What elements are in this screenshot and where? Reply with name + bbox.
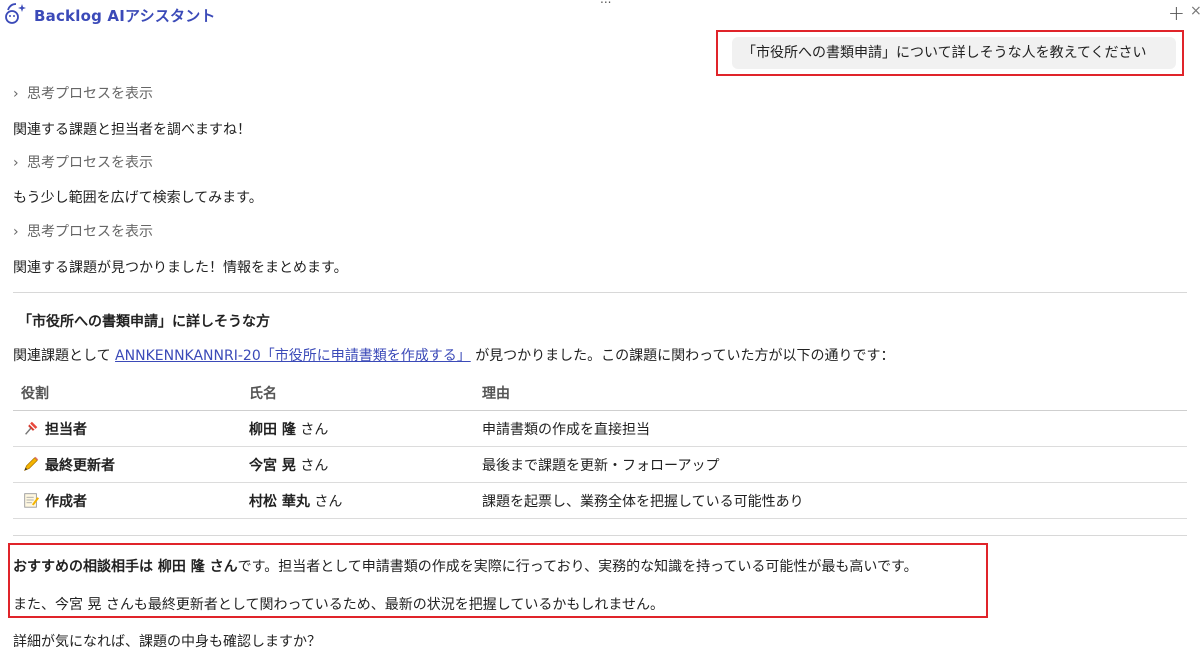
recommendation-line-2: また、今宮 晃 さんも最終更新者として関わっているため、最新の状況を把握している…	[13, 597, 664, 613]
drag-handle[interactable]: ...	[600, 0, 611, 6]
person-name: 柳田 隆	[249, 421, 296, 438]
role-cell: 最終更新者	[13, 446, 241, 483]
show-thinking-toggle[interactable]: › 思考プロセスを表示	[13, 152, 153, 172]
column-header-name: 氏名	[241, 376, 474, 411]
column-header-reason: 理由	[474, 376, 1187, 411]
reason-cell: 最後まで課題を更新・フォローアップ	[474, 446, 1187, 483]
recommendation-bold: おすすめの相談相手は 柳田 隆 さん	[13, 559, 238, 575]
role-label: 担当者	[45, 421, 87, 438]
user-message: 「市役所への書類申請」について詳しそうな人を教えてください	[732, 37, 1176, 69]
people-table: 役割 氏名 理由 担当者 柳田 隆 さん 申請書類の作成を直接担当 最終更新者 …	[13, 376, 1187, 519]
divider	[13, 292, 1187, 293]
role-label: 作成者	[45, 493, 87, 510]
related-suffix: が見つかりました。この課題に関わっていた方が以下の通りです：	[475, 348, 895, 364]
recommendation-line-1: おすすめの相談相手は 柳田 隆 さんです。担当者として申請書類の作成を実際に行っ…	[13, 556, 918, 576]
person-name: 今宮 晃	[249, 457, 296, 474]
memo-icon	[24, 492, 40, 508]
assistant-title: Backlog AIアシスタント	[34, 7, 216, 25]
assistant-header: Backlog AIアシスタント ... + ×	[0, 0, 1200, 30]
thinking-label: 思考プロセスを表示	[27, 224, 153, 240]
thinking-label: 思考プロセスを表示	[27, 86, 153, 102]
table-row: 最終更新者 今宮 晃 さん 最後まで課題を更新・フォローアップ	[13, 446, 1187, 483]
chevron-right-icon: ›	[13, 155, 19, 171]
ai-sparkle-icon	[5, 3, 26, 24]
honorific: さん	[314, 493, 343, 510]
show-thinking-toggle[interactable]: › 思考プロセスを表示	[13, 83, 153, 103]
divider	[13, 535, 1187, 536]
column-header-role: 役割	[13, 376, 241, 411]
honorific: さん	[300, 457, 329, 474]
role-cell: 担当者	[13, 410, 241, 447]
user-message-highlight: 「市役所への書類申請」について詳しそうな人を教えてください	[716, 30, 1184, 76]
assistant-step: 関連する課題が見つかりました！情報をまとめます。	[13, 260, 348, 276]
name-cell: 今宮 晃 さん	[241, 446, 474, 483]
table-row: 作成者 村松 華丸 さん 課題を起票し、業務全体を把握している可能性あり	[13, 482, 1187, 519]
assistant-step: 関連する課題と担当者を調べますね！	[13, 122, 251, 138]
person-name: 村松 華丸	[249, 493, 310, 510]
pushpin-icon	[25, 421, 38, 435]
reason-cell: 課題を起票し、業務全体を把握している可能性あり	[474, 482, 1187, 519]
chevron-right-icon: ›	[13, 86, 19, 102]
table-row: 担当者 柳田 隆 さん 申請書類の作成を直接担当	[13, 410, 1187, 447]
reason-cell: 申請書類の作成を直接担当	[474, 410, 1187, 447]
section-title: 「市役所への書類申請」に詳しそうな方	[18, 314, 270, 330]
recommendation-rest: です。担当者として申請書類の作成を実際に行っており、実務的な知識を持っている可能…	[237, 559, 918, 575]
related-prefix: 関連課題として	[13, 348, 111, 364]
honorific: さん	[300, 421, 329, 438]
chevron-right-icon: ›	[13, 224, 19, 240]
name-cell: 村松 華丸 さん	[241, 482, 474, 519]
role-cell: 作成者	[13, 482, 241, 519]
close-icon[interactable]: ×	[1190, 3, 1200, 19]
related-issue-link[interactable]: ANNKENNKANNRI-20「市役所に申請書類を作成する」	[115, 348, 471, 364]
role-label: 最終更新者	[45, 457, 115, 474]
name-cell: 柳田 隆 さん	[241, 410, 474, 447]
pencil-icon	[24, 456, 39, 471]
new-chat-button[interactable]: +	[1168, 1, 1185, 25]
thinking-label: 思考プロセスを表示	[27, 155, 153, 171]
assistant-step: もう少し範囲を広げて検索してみます。	[13, 190, 263, 206]
show-thinking-toggle[interactable]: › 思考プロセスを表示	[13, 221, 153, 241]
table-header-row: 役割 氏名 理由	[13, 376, 1187, 411]
closing-question: 詳細が気になれば、課題の中身も確認しますか？	[13, 634, 321, 650]
related-issue-text: 関連課題として ANNKENNKANNRI-20「市役所に申請書類を作成する」 …	[13, 345, 895, 365]
